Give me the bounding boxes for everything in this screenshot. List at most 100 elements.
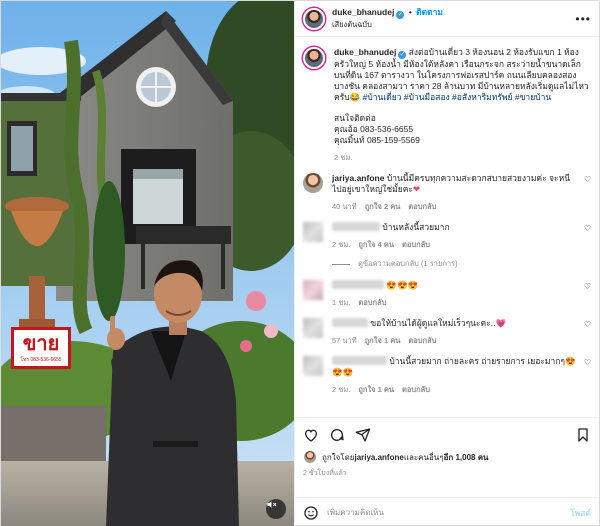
caption-avatar[interactable] [303, 47, 325, 69]
post-side-panel: duke_bhanudej ✓ • ติดตาม เสียงต้นฉบับ •••… [294, 1, 599, 526]
reply-button[interactable]: ตอบกลับ [408, 202, 436, 211]
comment-icon[interactable] [329, 427, 345, 443]
liker-avatar[interactable] [303, 450, 317, 464]
sign-text: ขาย [22, 331, 60, 355]
commenter-avatar[interactable] [303, 173, 323, 193]
comment-emoji: 💗 [495, 318, 507, 328]
comment-username-blurred[interactable] [332, 318, 368, 327]
audio-label[interactable]: เสียงต้นฉบับ [332, 19, 443, 30]
comment-body: บ้านหลังนี้สวยมาก 2 ชม. ถูกใจ 4 คน ตอบกลับ [332, 222, 578, 250]
add-comment-bar: โพสต์ [295, 497, 599, 526]
author-username[interactable]: duke_bhanudej [332, 7, 394, 17]
comment-like-icon[interactable]: ♡ [584, 318, 591, 329]
comment-meta: 2 ชม. ถูกใจ 4 คน ตอบกลับ [332, 239, 578, 250]
comment-time: 1 ชม. [332, 298, 351, 307]
commenter-avatar-blurred[interactable] [303, 222, 323, 242]
comment-time: 40 นาที [332, 202, 357, 211]
caption-row: duke_bhanudej ✓ ส่งต่อบ้านเดี่ยว 3 ห้องนอ… [303, 47, 591, 163]
caption-username[interactable]: duke_bhanudej [334, 47, 396, 57]
liked-by-prefix: ถูกใจโดย [322, 452, 355, 462]
comment-body: บ้านนี้สวยมาก ถ่ายละคร ถ่ายรายการ เยอะมา… [332, 356, 578, 395]
share-icon[interactable] [355, 427, 371, 443]
commenter-avatar-blurred[interactable] [303, 280, 323, 300]
post-header: duke_bhanudej ✓ • ติดตาม เสียงต้นฉบับ ••• [295, 1, 599, 37]
comment-meta: 2 ชม. ถูกใจ 1 คน ตอบกลับ [332, 384, 578, 395]
follow-button[interactable]: ติดตาม [416, 7, 443, 17]
share-icon [355, 428, 371, 442]
comment-item: บ้านหลังนี้สวยมาก 2 ชม. ถูกใจ 4 คน ตอบกลับ… [303, 222, 591, 250]
comment-item: บ้านนี้สวยมาก ถ่ายละคร ถ่ายรายการ เยอะมา… [303, 356, 591, 395]
heart-icon [304, 429, 318, 442]
heart-icon[interactable] [303, 427, 319, 443]
post-comment-button[interactable]: โพสต์ [570, 506, 591, 520]
author-info: duke_bhanudej ✓ • ติดตาม เสียงต้นฉบับ [332, 7, 443, 30]
action-icons [303, 424, 591, 446]
liked-by-count[interactable]: อีก 1,008 คน [444, 452, 489, 463]
reply-button[interactable]: ตอบกลับ [408, 336, 436, 345]
more-options-icon[interactable]: ••• [575, 12, 591, 26]
comment-item: ขอให้บ้านได้ผู้ดูแลใหม่เร็วๆนะคะ..💗 57 น… [303, 318, 591, 346]
comment-time: 2 ชม. [332, 385, 351, 394]
comment-item: 😍😍😍 1 ชม. ตอบกลับ ♡ [303, 280, 591, 308]
post-time[interactable]: 2 ชั่วโมงที่แล้ว [303, 468, 591, 479]
post-media[interactable]: ขาย โทร 083-536-6655 [1, 1, 294, 526]
bookmark-icon[interactable] [575, 427, 591, 443]
comments-section[interactable]: duke_bhanudej ✓ ส่งต่อบ้านเดี่ยว 3 ห้องนอ… [295, 37, 599, 417]
comment-time: 57 นาที [332, 336, 357, 345]
house-photo [1, 1, 294, 526]
caption-time: 2 ชม. [334, 153, 353, 162]
caption-hashtags[interactable]: #บ้านเดี่ยว #บ้านมือสอง #อสังหาริมทรัพย์… [363, 92, 552, 102]
comment-like-icon[interactable]: ♡ [584, 356, 591, 367]
post-actions: ถูกใจโดย jariya.anfone และคนอื่นๆ อีก 1,… [295, 417, 599, 497]
view-replies-line [332, 263, 350, 265]
smiley-icon [304, 505, 318, 520]
header-separator: • [408, 7, 412, 17]
comment-likes[interactable]: ถูกใจ 4 คน [358, 240, 394, 249]
sign-subtext: โทร 083-536-6655 [20, 357, 62, 363]
reply-button[interactable]: ตอบกลับ [402, 240, 430, 249]
comment-meta: 57 นาที ถูกใจ 1 คน ตอบกลับ [332, 335, 578, 346]
comment-text: บ้านหลังนี้สวยมาก [382, 222, 450, 232]
comment-like-icon[interactable]: ♡ [584, 280, 591, 291]
comment-icon [331, 429, 344, 441]
for-sale-sign: ขาย โทร 083-536-6655 [11, 327, 71, 369]
comment-likes[interactable]: ถูกใจ 1 คน [365, 336, 401, 345]
comment-like-icon[interactable]: ♡ [584, 222, 591, 233]
commenter-avatar-blurred[interactable] [303, 318, 323, 338]
comment-meta: 1 ชม. ตอบกลับ [332, 297, 578, 308]
liked-by-line: ถูกใจโดย jariya.anfone และคนอื่นๆ อีก 1,… [303, 450, 591, 464]
comment-body: ขอให้บ้านได้ผู้ดูแลใหม่เร็วๆนะคะ..💗 57 น… [332, 318, 578, 346]
reply-button[interactable]: ตอบกลับ [402, 385, 430, 394]
commenter-avatar-blurred[interactable] [303, 356, 323, 376]
comment-username-blurred[interactable] [332, 280, 384, 289]
contact-block: สนใจติดต่อ คุณอ้อ 083-536-6655 คุณมิ้นท์… [334, 113, 591, 146]
comment-emoji: 😍😍😍 [386, 280, 419, 290]
bookmark-icon [578, 428, 588, 442]
contact-2: คุณมิ้นท์ 085-159-5569 [334, 135, 420, 145]
reply-button[interactable]: ตอบกลับ [358, 298, 386, 307]
comment-username[interactable]: jariya.anfone [332, 173, 384, 183]
comment-emoji: ❤ [413, 184, 421, 194]
speaker-muted-icon[interactable] [266, 499, 286, 519]
comment-likes[interactable]: ถูกใจ 2 คน [365, 202, 401, 211]
caption-body: duke_bhanudej ✓ ส่งต่อบ้านเดี่ยว 3 ห้องนอ… [334, 47, 591, 163]
view-replies-label: ดูข้อความตอบกลับ (1 รายการ) [358, 259, 458, 268]
author-avatar[interactable] [303, 7, 325, 30]
contact-title: สนใจติดต่อ [334, 113, 376, 123]
liked-by-user[interactable]: jariya.anfone [354, 452, 403, 463]
comment-likes[interactable]: ถูกใจ 1 คน [358, 385, 394, 394]
smiley-icon[interactable] [303, 505, 319, 521]
liked-by-mid: และคนอื่นๆ [403, 452, 444, 462]
comment-body: 😍😍😍 1 ชม. ตอบกลับ [332, 280, 578, 308]
speaker-muted-icon [267, 501, 277, 508]
comment-username-blurred[interactable] [332, 222, 380, 231]
comment-meta: 40 นาที ถูกใจ 2 คน ตอบกลับ [332, 201, 578, 212]
instagram-post: ขาย โทร 083-536-6655 duke_bhanudej ✓ • ติ… [0, 0, 600, 526]
comment-like-icon[interactable]: ♡ [584, 173, 591, 184]
view-replies-button[interactable]: ดูข้อความตอบกลับ (1 รายการ) [332, 258, 591, 270]
comment-input[interactable] [327, 508, 571, 517]
comment-username-blurred[interactable] [332, 356, 387, 365]
contact-1: คุณอ้อ 083-536-6655 [334, 124, 414, 134]
verified-badge-icon: ✓ [396, 11, 405, 19]
verified-badge-icon: ✓ [398, 51, 407, 59]
